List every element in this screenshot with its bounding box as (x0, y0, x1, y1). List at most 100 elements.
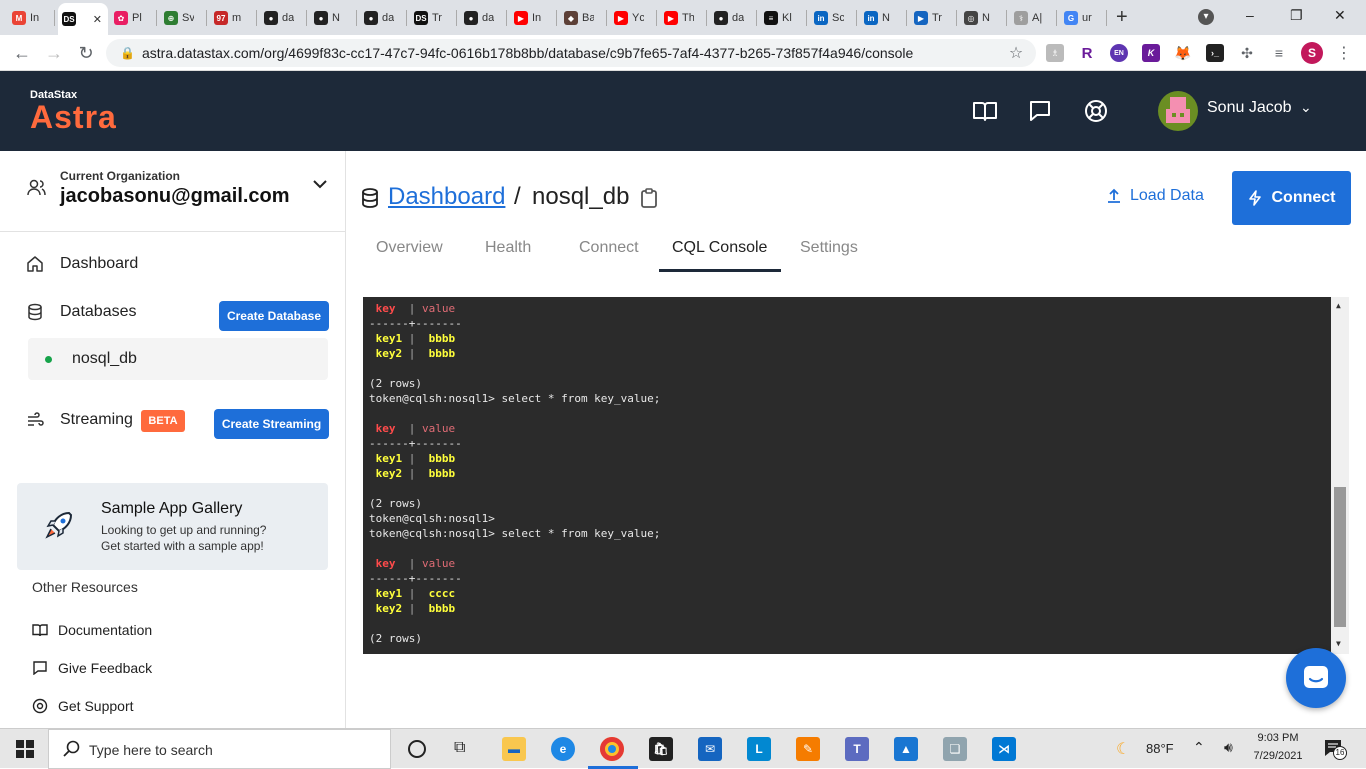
book-icon (32, 624, 48, 637)
chrome-icon[interactable] (600, 737, 624, 761)
extension-icon-k[interactable]: K (1142, 44, 1160, 62)
browser-tab[interactable]: in N (860, 6, 895, 30)
resource-give-feedback[interactable]: Give Feedback (32, 660, 152, 676)
browser-tab[interactable]: ● da (260, 6, 295, 30)
sidebar-item-streaming[interactable]: Streaming (26, 411, 133, 429)
tray-chevron-up-icon[interactable]: ⌃ (1193, 739, 1205, 756)
browser-tab[interactable]: ● da (360, 6, 395, 30)
browser-tab[interactable]: DS Tr (410, 6, 445, 30)
forward-icon[interactable]: → (42, 41, 66, 65)
browser-tab[interactable]: in Sc (810, 6, 845, 30)
browser-tab[interactable]: ▶ In (510, 6, 545, 30)
user-name[interactable]: Sonu Jacob (1207, 99, 1292, 117)
scroll-down-icon[interactable]: ▼ (1336, 639, 1341, 648)
clipboard-icon[interactable] (640, 187, 658, 209)
astra-logo[interactable]: Astra (30, 99, 117, 136)
weather-temp[interactable]: 88°F (1146, 741, 1174, 756)
extension-icon-r[interactable]: R (1078, 44, 1096, 62)
org-name[interactable]: jacobasonu@gmail.com (60, 185, 290, 208)
back-icon[interactable]: ← (10, 41, 34, 65)
terminal-extension-icon[interactable]: ›_ (1206, 44, 1224, 62)
profile-avatar[interactable]: S (1301, 42, 1323, 64)
scroll-up-icon[interactable]: ▲ (1336, 301, 1341, 310)
tab-connect[interactable]: Connect (579, 239, 639, 257)
tab-overview[interactable]: Overview (376, 239, 443, 257)
tab-cql-console[interactable]: CQL Console (672, 239, 767, 257)
org-chevron-down-icon[interactable] (312, 177, 328, 195)
teams-icon[interactable]: T (845, 737, 869, 761)
sample-app-gallery-card[interactable]: Sample App Gallery Looking to get up and… (17, 483, 328, 570)
browser-tab[interactable]: ▶ Th (660, 6, 695, 30)
browser-tab[interactable]: ≡ Kl (760, 6, 795, 30)
chat-icon[interactable] (1028, 99, 1052, 123)
browser-tab[interactable]: ◎ N (960, 6, 995, 30)
tab-close-icon[interactable]: ✕ (93, 13, 102, 26)
resource-documentation[interactable]: Documentation (32, 622, 152, 638)
file-explorer-icon[interactable]: ▬ (502, 737, 526, 761)
task-view-icon[interactable]: ⧉ (454, 739, 465, 757)
photos-icon[interactable]: ▲ (894, 737, 918, 761)
extension-icon-1[interactable]: ♗ (1046, 44, 1064, 62)
breadcrumb-dashboard-link[interactable]: Dashboard (388, 183, 505, 211)
chat-widget-button[interactable] (1286, 648, 1346, 708)
browser-tab[interactable]: ● da (460, 6, 495, 30)
notification-center-icon[interactable]: 16 (1324, 739, 1347, 760)
book-icon[interactable] (972, 99, 998, 123)
vscode-icon[interactable]: ⋊ (992, 737, 1016, 761)
browser-tab[interactable]: ● N (310, 6, 345, 30)
cortana-icon[interactable] (408, 740, 426, 758)
store-icon[interactable]: 🛍 (649, 737, 673, 761)
clock-time[interactable]: 9:03 PM (1248, 732, 1308, 744)
volume-icon[interactable]: 🔊︎ (1224, 739, 1233, 756)
browser-tab[interactable]: ⚕ A| (1010, 6, 1045, 30)
sidebar-item-nosql-db[interactable]: nosql_db (28, 338, 328, 380)
browser-tab[interactable]: ▶ Yc (610, 6, 645, 30)
tab-health[interactable]: Health (485, 239, 531, 257)
windows-start-icon[interactable] (16, 740, 34, 758)
browser-tab[interactable]: ⊕ Sv (160, 6, 195, 30)
browser-tab[interactable]: ✿ Pl (110, 6, 145, 30)
new-tab-button[interactable]: + (1116, 6, 1128, 29)
console-scrollbar[interactable]: ▲ ▼ (1331, 297, 1349, 654)
close-window-icon[interactable]: ✕ (1334, 7, 1346, 24)
tab-settings[interactable]: Settings (800, 239, 858, 257)
media-control-icon[interactable]: ≡ (1270, 44, 1288, 62)
maximize-icon[interactable]: ❐ (1290, 7, 1303, 24)
scrollbar-thumb[interactable] (1334, 487, 1346, 627)
create-streaming-button[interactable]: Create Streaming (214, 409, 329, 439)
browser-tab[interactable]: 97 m (210, 6, 245, 30)
cql-console[interactable]: key | value ------+------- key1 | bbbb k… (363, 297, 1349, 654)
taskbar-search-box[interactable]: Type here to search (48, 729, 391, 769)
clock-date[interactable]: 7/29/2021 (1248, 750, 1308, 762)
edge-icon[interactable]: e (551, 737, 575, 761)
browser-tab[interactable]: Gur (1060, 6, 1095, 30)
create-database-button[interactable]: Create Database (219, 301, 329, 331)
support-lifebuoy-icon[interactable] (1084, 99, 1108, 123)
browser-menu-icon[interactable]: ⋮ (1332, 41, 1356, 65)
load-data-button[interactable]: Load Data (1106, 187, 1204, 205)
weather-moon-icon[interactable]: ☾ (1116, 739, 1130, 759)
resource-get-support[interactable]: Get Support (32, 698, 134, 714)
sidebar-item-dashboard[interactable]: Dashboard (26, 255, 138, 273)
browser-tab[interactable]: M In (8, 6, 43, 30)
connect-button[interactable]: Connect (1232, 171, 1351, 225)
metamask-icon[interactable]: 🦊 (1174, 44, 1192, 62)
browser-tab[interactable]: ◆ Ba (560, 6, 595, 30)
bookmark-star-icon[interactable]: ☆ (1004, 41, 1028, 65)
user-avatar[interactable] (1158, 91, 1198, 131)
browser-tab[interactable]: DS ✕ (58, 3, 108, 35)
reload-icon[interactable]: ↻ (74, 41, 98, 65)
browser-tab[interactable]: ● da (710, 6, 745, 30)
chevron-down-icon[interactable]: ⌄ (1300, 99, 1312, 116)
app-notes-icon[interactable]: ❏ (943, 737, 967, 761)
app-bear-icon[interactable]: ✎ (796, 737, 820, 761)
tab-search-icon[interactable]: ▾ (1198, 9, 1214, 25)
sidebar-item-databases[interactable]: Databases (26, 303, 137, 321)
app-l-icon[interactable]: L (747, 737, 771, 761)
browser-tab[interactable]: ▶ Tr (910, 6, 945, 30)
address-bar[interactable]: 🔒 astra.datastax.com/org/4699f83c-cc17-4… (106, 39, 1036, 67)
minimize-icon[interactable]: – (1246, 7, 1254, 23)
extension-icon-en[interactable]: EN (1110, 44, 1128, 62)
extensions-puzzle-icon[interactable]: ✣ (1238, 44, 1256, 62)
mail-icon[interactable]: ✉ (698, 737, 722, 761)
